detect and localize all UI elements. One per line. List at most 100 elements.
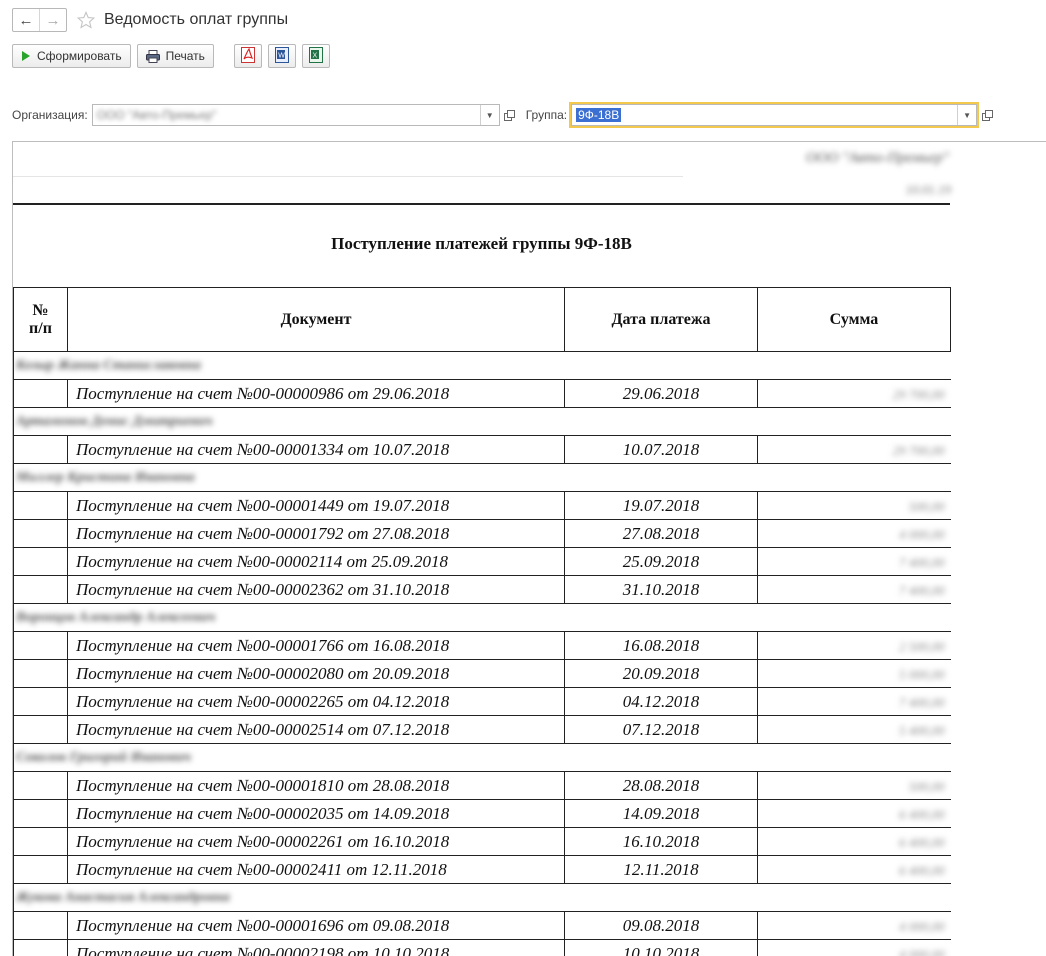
amount-value: 4 000,00 — [899, 527, 945, 542]
amount-value: 2 500,00 — [899, 639, 945, 654]
chevron-down-icon[interactable]: ▼ — [957, 105, 976, 125]
person-row[interactable]: Миллер Кристина Ивановна — [14, 464, 951, 492]
organization-field[interactable]: ООО "Авто-Премьер" ▼ — [92, 104, 500, 126]
payment-date-cell: 29.06.2018 — [565, 380, 758, 408]
row-number-cell — [14, 940, 68, 956]
report-title: Поступление платежей группы 9Ф-18В — [13, 234, 950, 254]
group-value-wrap: 9Ф-18В — [572, 108, 957, 122]
table-row[interactable]: Поступление на счет №00-00001334 от 10.0… — [14, 436, 951, 464]
document-cell: Поступление на счет №00-00002265 от 04.1… — [68, 688, 565, 716]
document-cell: Поступление на счет №00-00001766 от 16.0… — [68, 632, 565, 660]
col-number-line1: № — [14, 302, 67, 320]
amount-value: 7 400,00 — [899, 583, 945, 598]
payment-date-cell: 16.10.2018 — [565, 828, 758, 856]
person-cell: Жукова Анастасия Александровна — [14, 884, 951, 912]
person-name: Артамонов Денис Дмитриевич — [16, 414, 212, 429]
report-org-name: ООО "Авто-Премьер" — [806, 150, 949, 167]
person-name: Воронцов Александр Алексеевич — [16, 610, 215, 625]
nav-buttons: ← → — [12, 8, 67, 32]
col-number-line2: п/п — [14, 320, 67, 338]
person-name: Козыр Жанна Станиславовна — [16, 358, 201, 373]
amount-value: 500,00 — [909, 499, 945, 514]
forward-button[interactable]: → — [39, 9, 66, 31]
row-number-cell — [14, 548, 68, 576]
save-word-button[interactable]: W — [268, 44, 296, 68]
generate-button-label: Сформировать — [37, 49, 122, 63]
group-field[interactable]: 9Ф-18В ▼ — [571, 104, 977, 126]
amount-cell: 4 000,00 — [758, 940, 951, 956]
person-row[interactable]: Козыр Жанна Станиславовна — [14, 352, 951, 380]
table-row[interactable]: Поступление на счет №00-00001696 от 09.0… — [14, 912, 951, 940]
person-row[interactable]: Жукова Анастасия Александровна — [14, 884, 951, 912]
table-row[interactable]: Поступление на счет №00-00002514 от 07.1… — [14, 716, 951, 744]
person-row[interactable]: Артамонов Денис Дмитриевич — [14, 408, 951, 436]
amount-cell: 5 400,00 — [758, 716, 951, 744]
open-organization-icon[interactable] — [500, 104, 520, 126]
row-number-cell — [14, 912, 68, 940]
amount-cell: 500,00 — [758, 772, 951, 800]
table-row[interactable]: Поступление на счет №00-00001449 от 19.0… — [14, 492, 951, 520]
table-row[interactable]: Поступление на счет №00-00002261 от 16.1… — [14, 828, 951, 856]
table-row[interactable]: Поступление на счет №00-00002265 от 04.1… — [14, 688, 951, 716]
table-row[interactable]: Поступление на счет №00-00002411 от 12.1… — [14, 856, 951, 884]
table-row[interactable]: Поступление на счет №00-00002080 от 20.0… — [14, 660, 951, 688]
save-excel-button[interactable]: X — [302, 44, 330, 68]
payment-date-cell: 20.09.2018 — [565, 660, 758, 688]
filter-row: Организация: ООО "Авто-Премьер" ▼ Группа… — [12, 104, 997, 126]
person-name: Жукова Анастасия Александровна — [16, 890, 230, 905]
organization-value: ООО "Авто-Премьер" — [93, 108, 480, 122]
row-number-cell — [14, 520, 68, 548]
payment-date-cell: 16.08.2018 — [565, 632, 758, 660]
amount-cell: 500,00 — [758, 492, 951, 520]
chevron-down-icon[interactable]: ▼ — [480, 105, 499, 125]
row-number-cell — [14, 856, 68, 884]
toolbar: Сформировать Печать W X — [12, 44, 330, 68]
person-cell: Миллер Кристина Ивановна — [14, 464, 951, 492]
table-row[interactable]: Поступление на счет №00-00001766 от 16.0… — [14, 632, 951, 660]
save-pdf-button[interactable] — [234, 44, 262, 68]
row-number-cell — [14, 800, 68, 828]
document-cell: Поступление на счет №00-00001792 от 27.0… — [68, 520, 565, 548]
row-number-cell — [14, 688, 68, 716]
generate-button[interactable]: Сформировать — [12, 44, 131, 68]
amount-value: 4 000,00 — [899, 919, 945, 934]
document-cell: Поступление на счет №00-00002362 от 31.1… — [68, 576, 565, 604]
col-document-header: Документ — [68, 288, 565, 352]
table-row[interactable]: Поступление на счет №00-00001792 от 27.0… — [14, 520, 951, 548]
table-row[interactable]: Поступление на счет №00-00002035 от 14.0… — [14, 800, 951, 828]
back-button[interactable]: ← — [13, 9, 39, 31]
table-header-row: № п/п Документ Дата платежа Сумма — [14, 288, 951, 352]
payments-table-body: Козыр Жанна Станиславовна Поступление на … — [14, 352, 951, 956]
payment-date-cell: 04.12.2018 — [565, 688, 758, 716]
amount-value: 29 700,00 — [893, 387, 945, 402]
favorite-star-icon[interactable] — [76, 10, 96, 30]
document-cell: Поступление на счет №00-00002411 от 12.1… — [68, 856, 565, 884]
excel-icon: X — [309, 47, 323, 66]
row-number-cell — [14, 380, 68, 408]
col-date-header: Дата платежа — [565, 288, 758, 352]
amount-cell: 4 000,00 — [758, 520, 951, 548]
open-group-icon[interactable] — [977, 104, 997, 126]
title-bar: ← → Ведомость оплат группы — [12, 8, 288, 32]
amount-cell: 7 400,00 — [758, 688, 951, 716]
row-number-cell — [14, 828, 68, 856]
payment-date-cell: 12.11.2018 — [565, 856, 758, 884]
row-number-cell — [14, 660, 68, 688]
table-row[interactable]: Поступление на счет №00-00001810 от 28.0… — [14, 772, 951, 800]
table-row[interactable]: Поступление на счет №00-00000986 от 29.0… — [14, 380, 951, 408]
document-cell: Поступление на счет №00-00002198 от 10.1… — [68, 940, 565, 956]
document-cell: Поступление на счет №00-00002514 от 07.1… — [68, 716, 565, 744]
amount-cell: 7 400,00 — [758, 576, 951, 604]
row-number-cell — [14, 436, 68, 464]
print-button[interactable]: Печать — [137, 44, 214, 68]
document-cell: Поступление на счет №00-00002261 от 16.1… — [68, 828, 565, 856]
payment-date-cell: 07.12.2018 — [565, 716, 758, 744]
person-row[interactable]: Соколов Григорий Иванович — [14, 744, 951, 772]
table-row[interactable]: Поступление на счет №00-00002362 от 31.1… — [14, 576, 951, 604]
payment-date-cell: 28.08.2018 — [565, 772, 758, 800]
table-row[interactable]: Поступление на счет №00-00002114 от 25.0… — [14, 548, 951, 576]
report-document[interactable]: ООО "Авто-Премьер" 10.01.19 Поступление … — [12, 141, 1046, 956]
person-row[interactable]: Воронцов Александр Алексеевич — [14, 604, 951, 632]
pdf-icon — [241, 47, 255, 66]
table-row[interactable]: Поступление на счет №00-00002198 от 10.1… — [14, 940, 951, 956]
